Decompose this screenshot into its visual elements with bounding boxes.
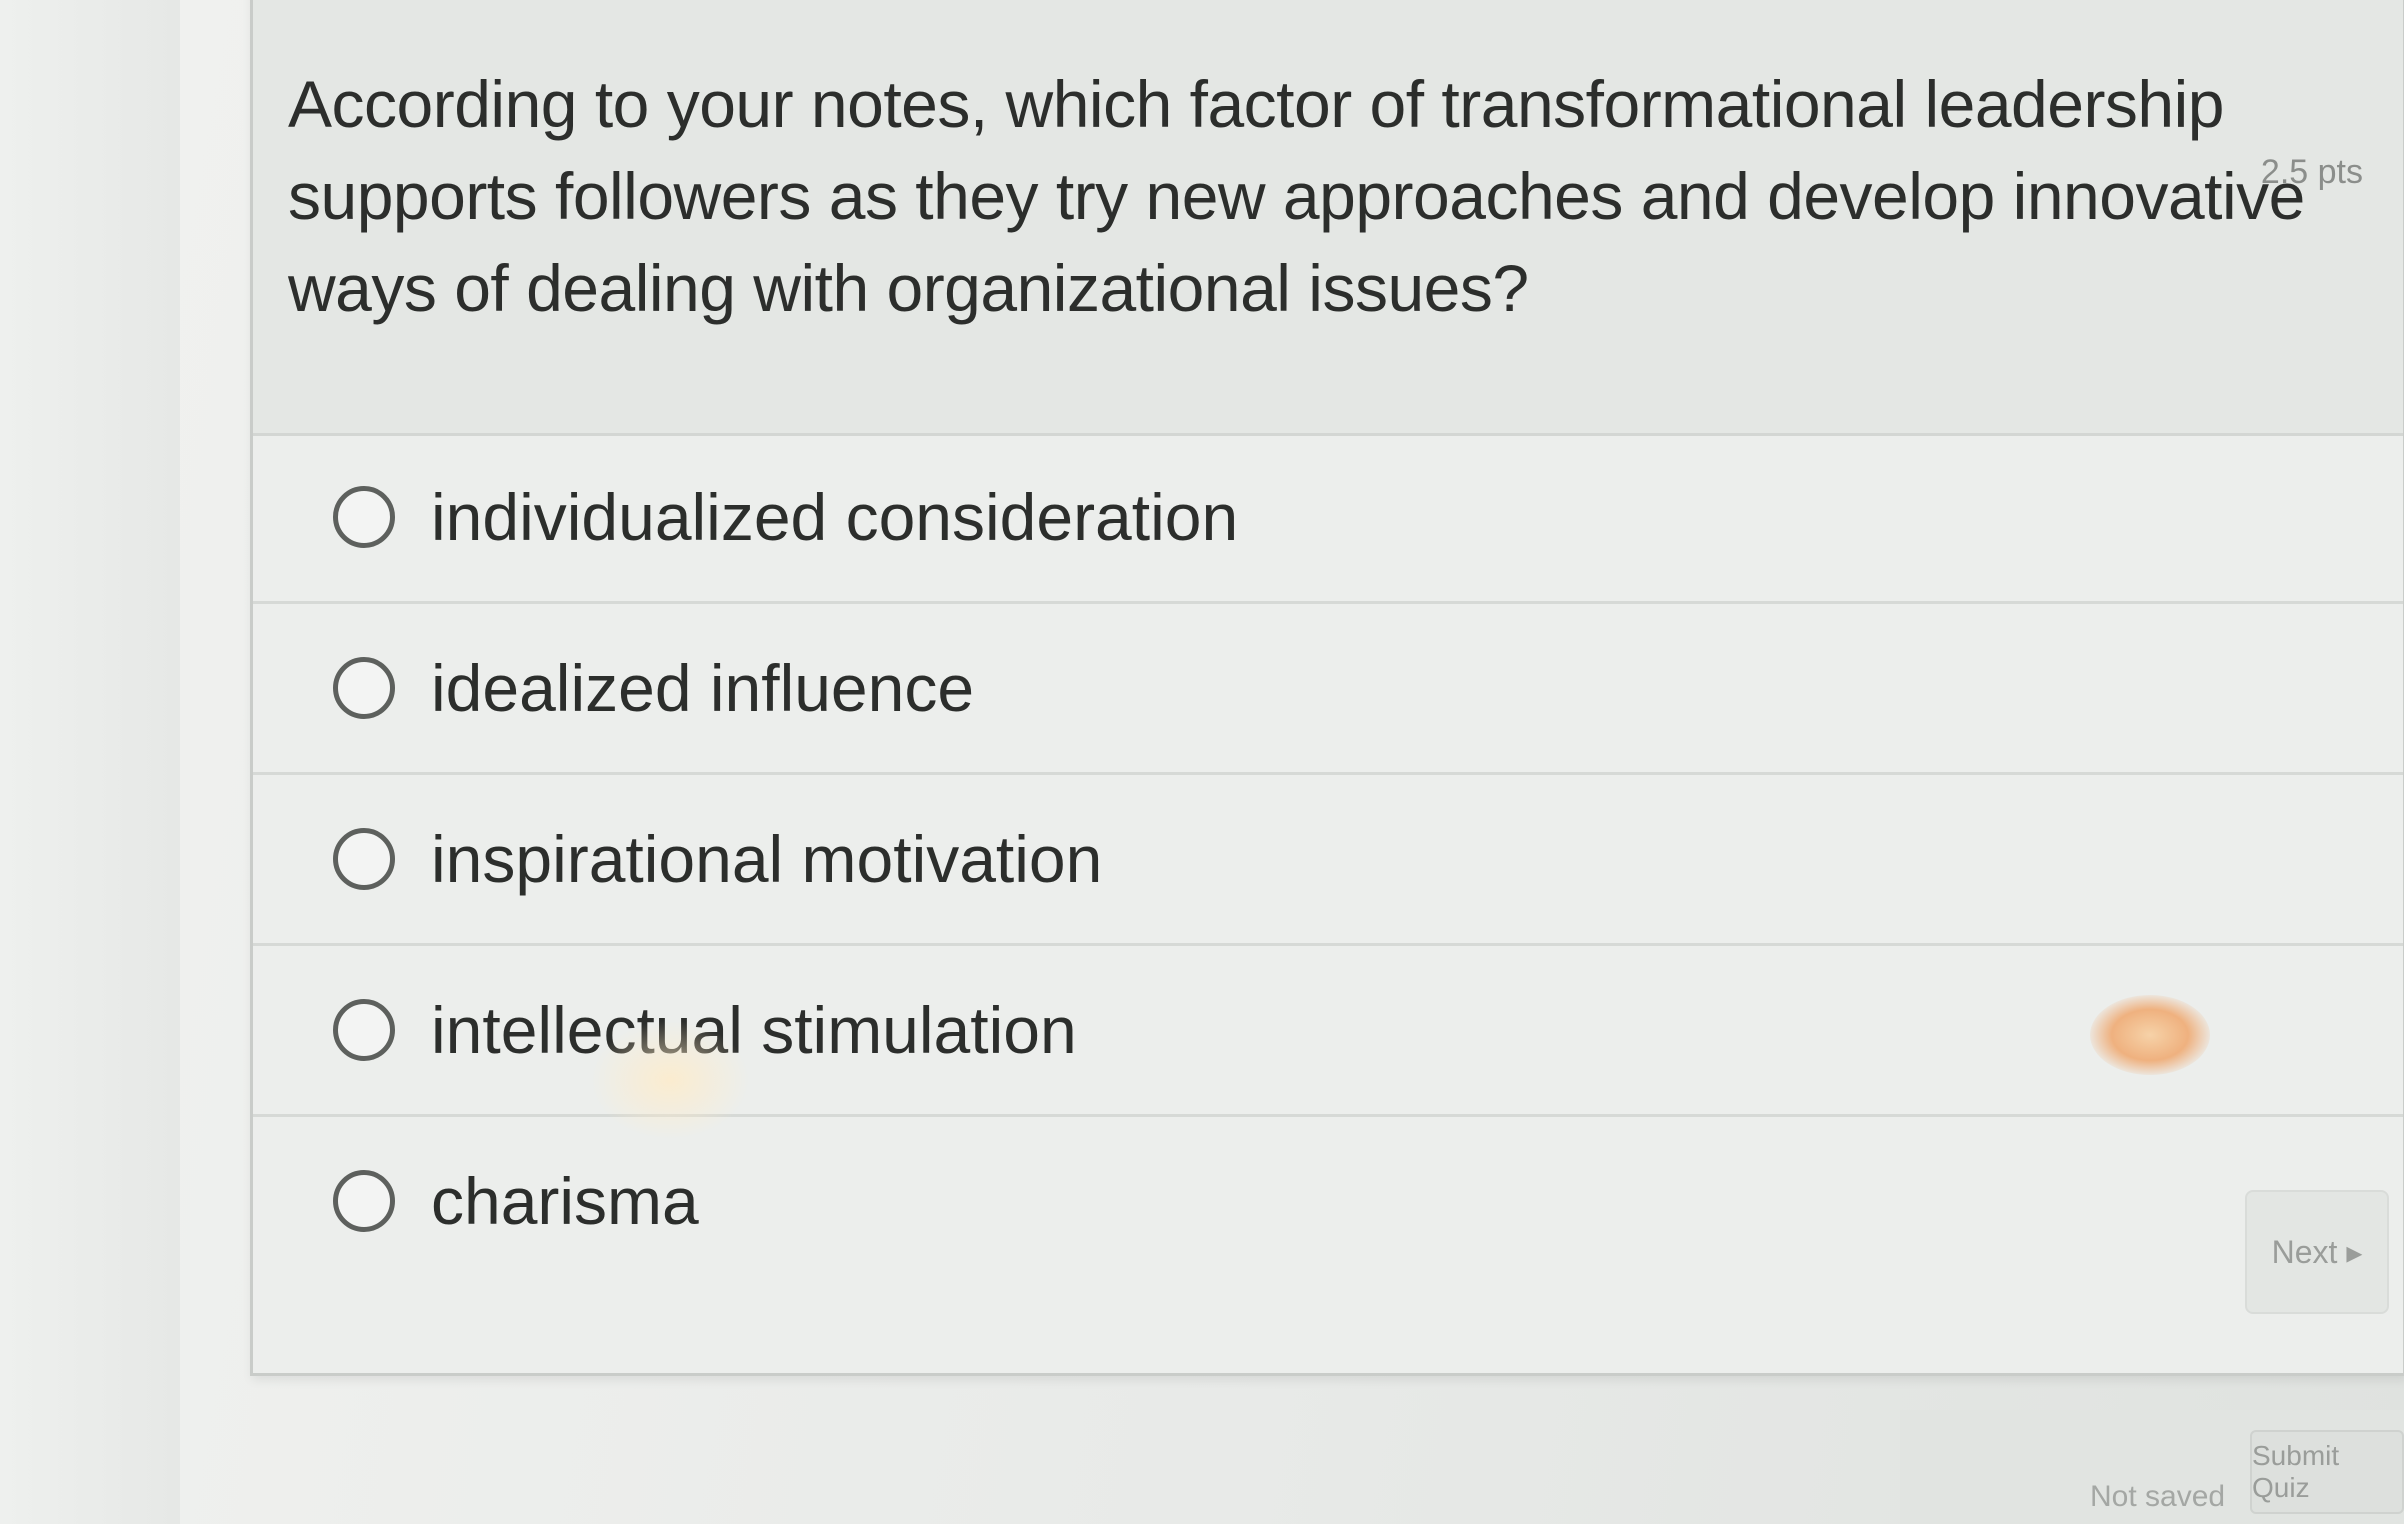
- answer-label: charisma: [431, 1164, 699, 1238]
- answer-option[interactable]: charisma: [253, 1117, 2403, 1285]
- screen-glare-soft: [590, 1020, 750, 1140]
- answer-option[interactable]: idealized influence: [253, 604, 2403, 775]
- answer-label: intellectual stimulation: [431, 993, 1077, 1067]
- answer-label: inspirational motivation: [431, 822, 1103, 896]
- radio-button[interactable]: [333, 657, 395, 719]
- radio-button[interactable]: [333, 1170, 395, 1232]
- question-card: 2.5 pts According to your notes, which f…: [250, 0, 2404, 1376]
- answer-label: individualized consideration: [431, 480, 1239, 554]
- radio-button[interactable]: [333, 828, 395, 890]
- screen-glare: [2090, 995, 2210, 1075]
- radio-button[interactable]: [333, 999, 395, 1061]
- answer-list: individualized consideration idealized i…: [253, 433, 2403, 1285]
- answer-label: idealized influence: [431, 651, 975, 725]
- next-button[interactable]: Next ▸: [2245, 1190, 2389, 1314]
- answer-option[interactable]: intellectual stimulation: [253, 946, 2403, 1117]
- answer-option[interactable]: individualized consideration: [253, 433, 2403, 604]
- save-status: Not saved: [2090, 1480, 2226, 1513]
- question-header: 2.5 pts According to your notes, which f…: [253, 0, 2403, 436]
- page: 2.5 pts According to your notes, which f…: [0, 0, 2404, 1524]
- submit-quiz-button[interactable]: Submit Quiz: [2250, 1430, 2404, 1514]
- question-text: According to your notes, which factor of…: [288, 67, 2305, 325]
- radio-button[interactable]: [333, 486, 395, 548]
- left-gutter: [0, 0, 180, 1524]
- answer-option[interactable]: inspirational motivation: [253, 775, 2403, 946]
